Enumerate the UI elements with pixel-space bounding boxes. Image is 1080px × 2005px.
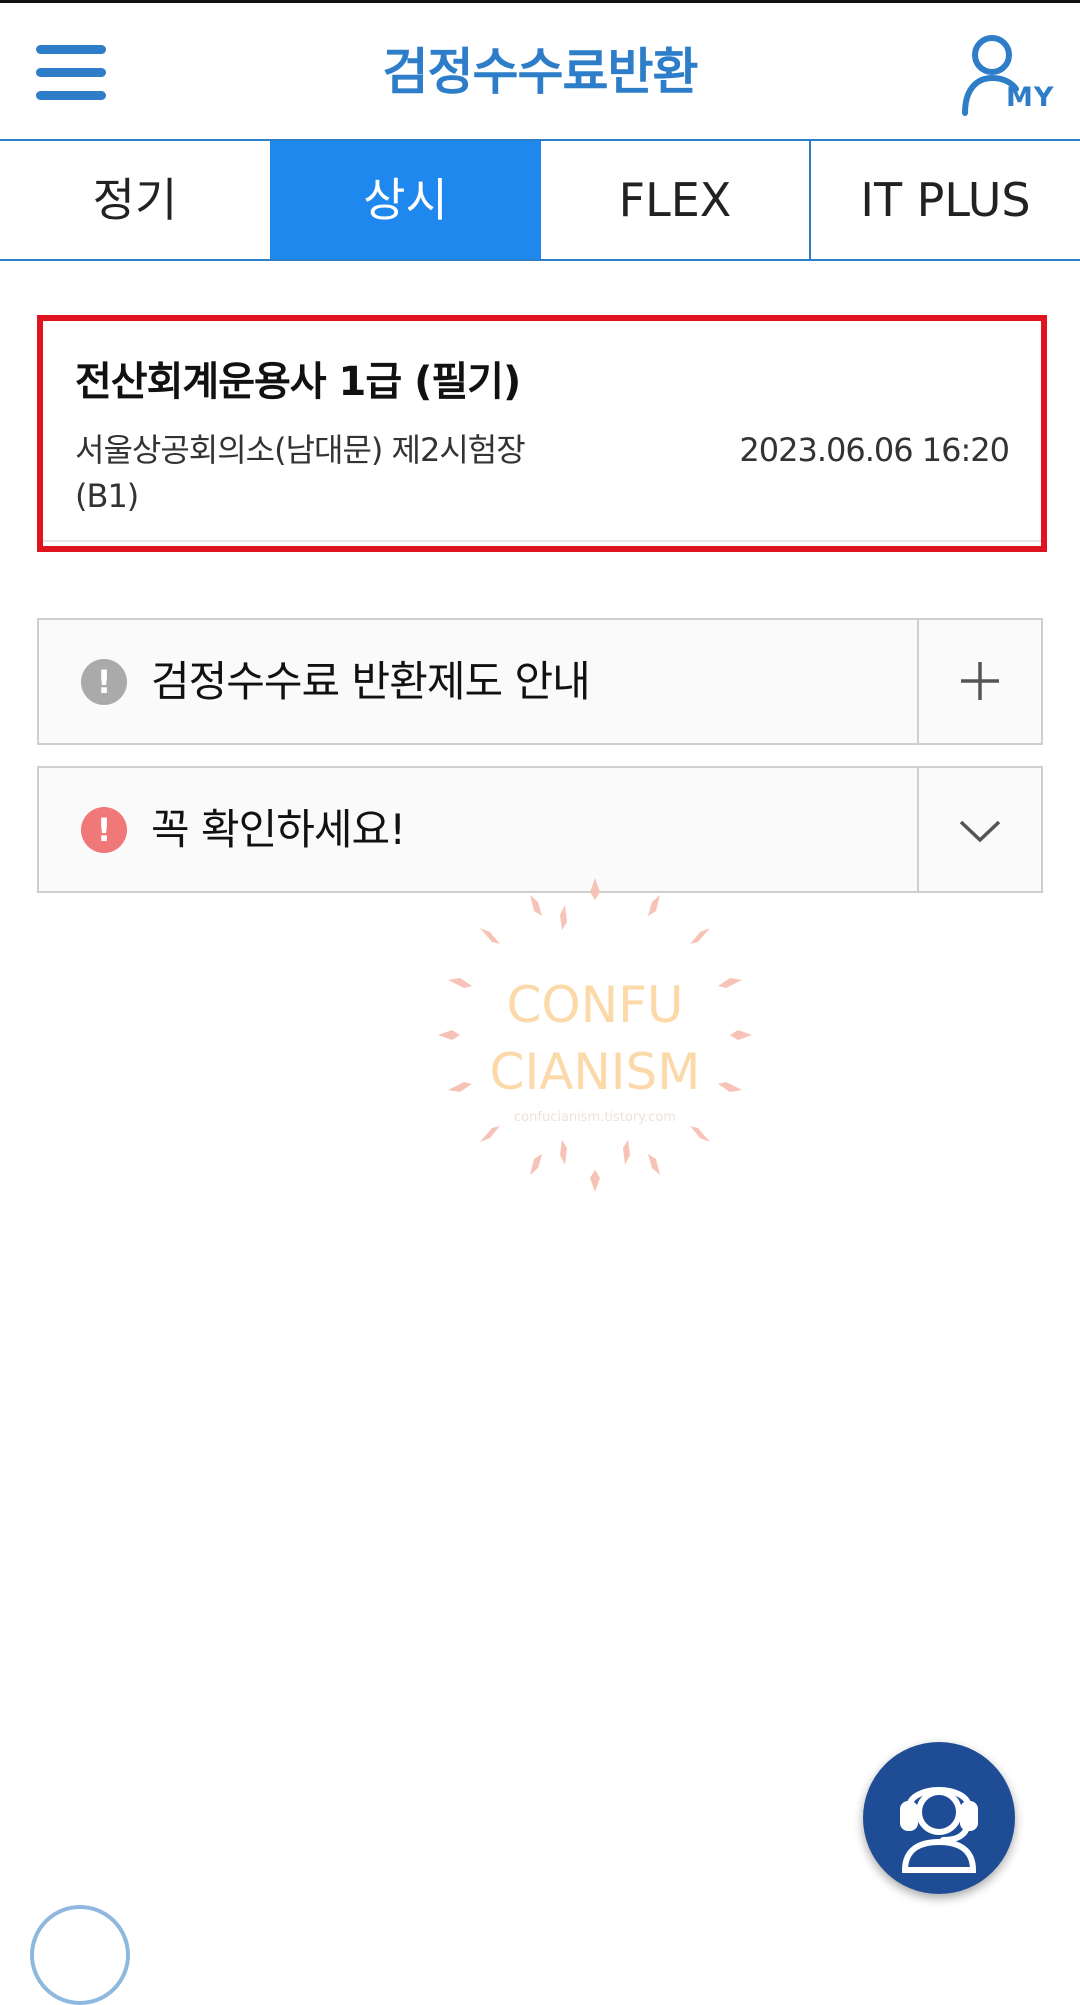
exam-card[interactable]: 전산회계운용사 1급 (필기) 서울상공회의소(남대문) 제2시험장(B1) 2…: [37, 315, 1047, 552]
alert-exclamation-icon: !: [81, 807, 127, 853]
sunburst-icon: [438, 878, 752, 1192]
tab-flex[interactable]: FLEX: [541, 141, 811, 259]
exam-type-tabs: 정기 상시 FLEX IT PLUS: [0, 141, 1080, 261]
tab-regular[interactable]: 정기: [0, 141, 270, 259]
expand-toggle[interactable]: [917, 768, 1041, 891]
accordion-must-check[interactable]: ! 꼭 확인하세요!: [37, 766, 1043, 893]
exam-datetime: 2023.06.06 16:20: [739, 431, 1010, 469]
watermark-url: confucianism.tistory.com: [514, 1110, 676, 1125]
exam-name: 전산회계운용사 1급 (필기): [75, 359, 521, 405]
hamburger-menu-icon[interactable]: [36, 45, 106, 101]
headset-support-icon: [900, 1787, 978, 1873]
plus-icon: [961, 662, 999, 700]
my-page-button[interactable]: MY: [960, 33, 1053, 123]
accordion-title: 검정수수료 반환제도 안내: [151, 657, 591, 706]
tab-ondemand[interactable]: 상시: [270, 141, 541, 259]
accordion-title: 꼭 확인하세요!: [151, 805, 406, 854]
exam-place: 서울상공회의소(남대문) 제2시험장(B1): [75, 431, 526, 515]
page-title: 검정수수료반환: [382, 43, 699, 101]
info-exclamation-icon: !: [81, 659, 127, 705]
app-header: 검정수수료반환 MY: [0, 3, 1080, 141]
watermark-text: CIANISM: [489, 1043, 701, 1101]
my-label: MY: [1006, 82, 1055, 113]
watermark-text: CONFU: [506, 976, 684, 1034]
floating-circle[interactable]: [30, 1905, 130, 2005]
support-button[interactable]: [863, 1742, 1015, 1894]
watermark: CONFU CIANISM confucianism.tistory.com: [430, 870, 760, 1200]
accordion-refund-guide[interactable]: ! 검정수수료 반환제도 안내: [37, 618, 1043, 745]
tab-it-plus[interactable]: IT PLUS: [811, 141, 1080, 259]
expand-toggle[interactable]: [917, 620, 1041, 743]
chevron-down-icon: [959, 820, 1001, 843]
